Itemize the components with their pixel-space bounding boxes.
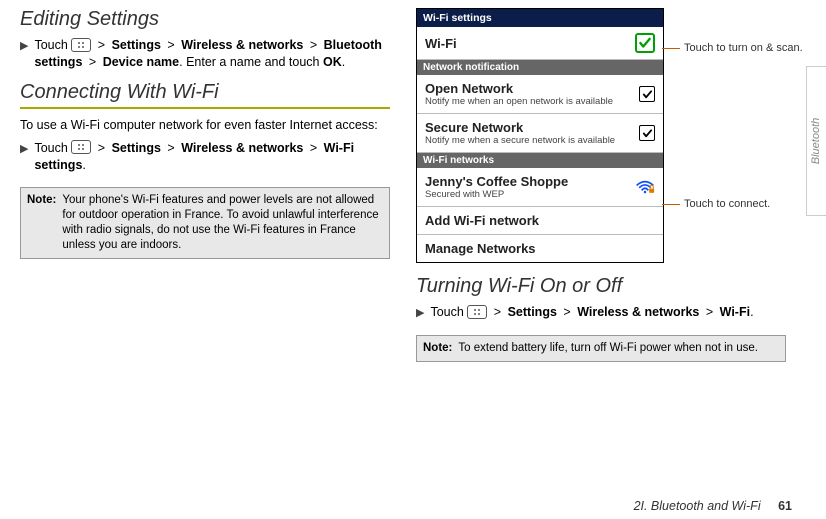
side-tab-label: Bluetooth: [811, 118, 823, 164]
row-jennys-coffee[interactable]: Jenny's Coffee Shoppe Secured with WEP: [417, 168, 663, 207]
breadcrumb-sep: >: [706, 305, 713, 319]
text: .: [342, 55, 345, 69]
menu-grid-icon: [467, 305, 487, 319]
text: .: [82, 158, 85, 172]
row-add-label: Add Wi-Fi network: [425, 213, 539, 228]
annotation-turn-on: Touch to turn on & scan.: [684, 42, 803, 54]
row-manage-label: Manage Networks: [425, 241, 536, 256]
text: Touch: [430, 305, 463, 319]
step-wifi-toggle: ▶ Touch > Settings > Wireless & networks…: [416, 304, 786, 321]
nav-ok: OK: [323, 55, 342, 69]
row-secure-network[interactable]: Secure Network Notify me when a secure n…: [417, 114, 663, 153]
bullet-icon: ▶: [20, 142, 28, 157]
row-secure-sub: Notify me when a secure network is avail…: [425, 135, 615, 146]
wifi-secured-icon: [635, 180, 655, 194]
breadcrumb-sep: >: [98, 141, 105, 155]
breadcrumb-sep: >: [310, 38, 317, 52]
text: Touch: [34, 38, 67, 52]
page-footer: 2I. Bluetooth and Wi-Fi 61: [634, 499, 792, 513]
breadcrumb-sep: >: [494, 305, 501, 319]
checkbox-checked-icon[interactable]: [639, 125, 655, 141]
heading-turning-wifi: Turning Wi-Fi On or Off: [416, 275, 786, 298]
row-manage-networks[interactable]: Manage Networks: [417, 235, 663, 262]
row-add-wifi[interactable]: Add Wi-Fi network: [417, 207, 663, 235]
annotation-line: [662, 204, 680, 205]
section-wifi-networks: Wi-Fi networks: [417, 153, 663, 168]
bullet-icon: ▶: [416, 306, 424, 321]
annotation-line: [662, 48, 680, 49]
side-tab-bluetooth: Bluetooth: [806, 66, 826, 216]
row-open-title: Open Network: [425, 81, 613, 96]
breadcrumb-sep: >: [310, 141, 317, 155]
right-column: Wi-Fi settings Wi-Fi Network notificatio…: [416, 8, 786, 362]
step-edit-settings: ▶ Touch > Settings > Wireless & networks…: [20, 37, 390, 71]
step-wifi-settings: ▶ Touch > Settings > Wireless & networks…: [20, 140, 390, 174]
text: .: [750, 305, 753, 319]
intro-text: To use a Wi-Fi computer network for even…: [20, 117, 390, 134]
note-text: To extend battery life, turn off Wi-Fi p…: [458, 341, 758, 356]
heading-connecting-wifi: Connecting With Wi-Fi: [20, 81, 390, 109]
breadcrumb-sep: >: [167, 141, 174, 155]
row-wifi-label: Wi-Fi: [425, 36, 457, 51]
nav-settings: Settings: [112, 141, 161, 155]
note-text: Your phone's Wi-Fi features and power le…: [62, 193, 383, 253]
menu-grid-icon: [71, 140, 91, 154]
checkbox-checked-icon[interactable]: [635, 33, 655, 53]
nav-wireless: Wireless & networks: [181, 141, 303, 155]
phone-screenshot-wrapper: Wi-Fi settings Wi-Fi Network notificatio…: [416, 8, 786, 275]
annotation-connect: Touch to connect.: [684, 198, 770, 210]
bullet-icon: ▶: [20, 39, 28, 54]
row-jenny-title: Jenny's Coffee Shoppe: [425, 174, 568, 189]
footer-page-number: 61: [778, 499, 792, 513]
nav-wireless: Wireless & networks: [577, 305, 699, 319]
text: Touch: [34, 141, 67, 155]
left-column: Editing Settings ▶ Touch > Settings > Wi…: [20, 8, 390, 362]
nav-wireless: Wireless & networks: [181, 38, 303, 52]
row-wifi-toggle[interactable]: Wi-Fi: [417, 27, 663, 60]
note-label: Note:: [27, 193, 56, 253]
row-open-sub: Notify me when an open network is availa…: [425, 96, 613, 107]
note-label: Note:: [423, 341, 452, 356]
section-network-notification: Network notification: [417, 60, 663, 75]
row-secure-title: Secure Network: [425, 120, 615, 135]
phone-titlebar: Wi-Fi settings: [417, 9, 663, 27]
nav-settings: Settings: [112, 38, 161, 52]
breadcrumb-sep: >: [563, 305, 570, 319]
row-open-network[interactable]: Open Network Notify me when an open netw…: [417, 75, 663, 114]
menu-grid-icon: [71, 38, 91, 52]
note-box-france: Note: Your phone's Wi-Fi features and po…: [20, 187, 390, 259]
breadcrumb-sep: >: [89, 55, 96, 69]
footer-chapter: 2I. Bluetooth and Wi-Fi: [634, 499, 761, 513]
nav-wifi: Wi-Fi: [720, 305, 750, 319]
note-box-battery: Note: To extend battery life, turn off W…: [416, 335, 786, 362]
row-jenny-sub: Secured with WEP: [425, 189, 568, 200]
heading-editing-settings: Editing Settings: [20, 8, 390, 31]
text: . Enter a name and touch: [179, 55, 323, 69]
breadcrumb-sep: >: [98, 38, 105, 52]
phone-screenshot: Wi-Fi settings Wi-Fi Network notificatio…: [416, 8, 664, 263]
breadcrumb-sep: >: [167, 38, 174, 52]
nav-settings: Settings: [508, 305, 557, 319]
nav-device-name: Device name: [103, 55, 179, 69]
checkbox-checked-icon[interactable]: [639, 86, 655, 102]
